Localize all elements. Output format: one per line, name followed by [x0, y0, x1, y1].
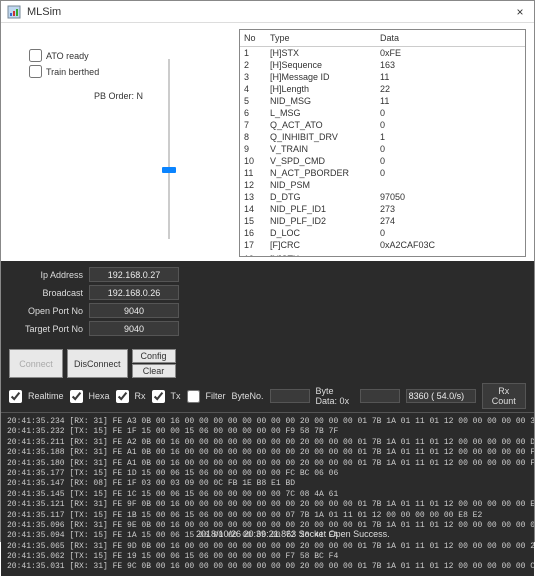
log-line: 20:41:35.121 [RX: 31] FE 9F 0B 00 16 00 …	[7, 500, 528, 510]
window-title: MLSim	[27, 6, 512, 18]
table-row[interactable]: 11N_ACT_PBORDER0	[240, 167, 525, 179]
table-row[interactable]: 13D_DTG97050	[240, 191, 525, 203]
table-row[interactable]: 19[H]STX	[240, 253, 525, 256]
table-row[interactable]: 7Q_ACT_ATO0	[240, 119, 525, 131]
table-row[interactable]: 3[H]Message ID11	[240, 71, 525, 83]
train-berthed-label: Train berthed	[46, 67, 99, 77]
log-line: 20:41:35.232 [TX: 15] FE 1F 15 00 00 15 …	[7, 427, 528, 437]
log-line: 20:41:35.031 [RX: 31] FE 9C 0B 00 16 00 …	[7, 562, 528, 572]
realtime-checkbox[interactable]	[9, 390, 22, 403]
table-row[interactable]: 14NID_PLF_ID1273	[240, 203, 525, 215]
ato-ready-label: ATO ready	[46, 51, 89, 61]
tx-label: Tx	[171, 391, 181, 401]
log-line: 20:41:35.177 [TX: 15] FE 1D 15 00 06 15 …	[7, 469, 528, 479]
table-row[interactable]: 10V_SPD_CMD0	[240, 155, 525, 167]
table-row[interactable]: 16D_LOC0	[240, 227, 525, 239]
close-icon[interactable]: ×	[512, 5, 528, 19]
bytedata-label: Byte Data: 0x	[316, 386, 354, 406]
log-line: 20:41:35.211 [RX: 31] FE A2 0B 00 16 00 …	[7, 438, 528, 448]
status-text: 2018/10/26 20:39:21.863 Socket Open Succ…	[196, 529, 390, 539]
train-berthed-checkbox[interactable]	[29, 65, 42, 78]
open-port-input[interactable]	[89, 303, 179, 318]
slider-thumb[interactable]	[162, 167, 176, 173]
broadcast-label: Broadcast	[9, 288, 89, 298]
target-port-label: Target Port No	[9, 324, 89, 334]
log-line: 20:41:35.188 [RX: 31] FE A1 0B 00 16 00 …	[7, 448, 528, 458]
realtime-label: Realtime	[28, 391, 64, 401]
byteno-input[interactable]	[270, 389, 310, 403]
broadcast-input[interactable]	[89, 285, 179, 300]
pb-order-slider[interactable]	[159, 59, 179, 239]
rx-label: Rx	[135, 391, 146, 401]
tx-checkbox[interactable]	[152, 390, 165, 403]
message-table: No Type Data 1[H]STX0xFE2[H]Sequence1633…	[239, 29, 526, 257]
table-row[interactable]: 6L_MSG0	[240, 107, 525, 119]
table-row[interactable]: 17[F]CRC0xA2CAF03C	[240, 239, 525, 251]
log-line: 20:41:35.180 [RX: 31] FE A1 0B 00 16 00 …	[7, 459, 528, 469]
log-line: 20:41:35.117 [TX: 15] FE 1B 15 00 06 15 …	[7, 511, 528, 521]
config-button[interactable]: Config	[132, 349, 176, 363]
log-line: 20:41:35.145 [TX: 15] FE 1C 15 00 06 15 …	[7, 490, 528, 500]
table-body[interactable]: 1[H]STX0xFE2[H]Sequence1633[H]Message ID…	[240, 47, 525, 256]
target-port-input[interactable]	[89, 321, 179, 336]
rxcount-button[interactable]: Rx Count	[482, 383, 526, 409]
pb-order-label: PB Order: N	[94, 91, 143, 101]
table-row[interactable]: 5NID_MSG11	[240, 95, 525, 107]
hexa-label: Hexa	[89, 391, 110, 401]
log-line: 20:41:35.234 [RX: 31] FE A3 0B 00 16 00 …	[7, 417, 528, 427]
table-row[interactable]: 15NID_PLF_ID2274	[240, 215, 525, 227]
table-row[interactable]: 8Q_INHIBIT_DRV1	[240, 131, 525, 143]
log-view[interactable]: 20:41:35.234 [RX: 31] FE A3 0B 00 16 00 …	[1, 412, 534, 576]
col-no[interactable]: No	[240, 30, 266, 46]
count-display	[406, 389, 476, 403]
table-row[interactable]: 4[H]Length22	[240, 83, 525, 95]
byteno-label: ByteNo.	[232, 391, 264, 401]
log-line: 20:41:35.147 [RX: 08] FE 1F 03 00 03 09 …	[7, 479, 528, 489]
log-line: 20:41:35.065 [RX: 31] FE 9D 0B 00 16 00 …	[7, 542, 528, 552]
table-row[interactable]: 2[H]Sequence163	[240, 59, 525, 71]
connect-button[interactable]: Connect	[9, 349, 63, 378]
filter-label: Filter	[206, 391, 226, 401]
app-icon	[7, 5, 21, 19]
bytedata-input[interactable]	[360, 389, 400, 403]
table-row[interactable]: 9V_TRAIN0	[240, 143, 525, 155]
col-type[interactable]: Type	[266, 30, 376, 46]
open-port-label: Open Port No	[9, 306, 89, 316]
log-line: 20:41:35.062 [TX: 15] FE 19 15 00 06 15 …	[7, 552, 528, 562]
ip-input[interactable]	[89, 267, 179, 282]
clear-button[interactable]: Clear	[132, 364, 176, 378]
col-data[interactable]: Data	[376, 30, 525, 46]
hexa-checkbox[interactable]	[70, 390, 83, 403]
ip-label: Ip Address	[9, 270, 89, 280]
rx-checkbox[interactable]	[116, 390, 129, 403]
filter-checkbox[interactable]	[187, 390, 200, 403]
disconnect-button[interactable]: DisConnect	[67, 349, 128, 378]
ato-ready-checkbox[interactable]	[29, 49, 42, 62]
table-row[interactable]: 1[H]STX0xFE	[240, 47, 525, 59]
table-row[interactable]: 12NID_PSM	[240, 179, 525, 191]
